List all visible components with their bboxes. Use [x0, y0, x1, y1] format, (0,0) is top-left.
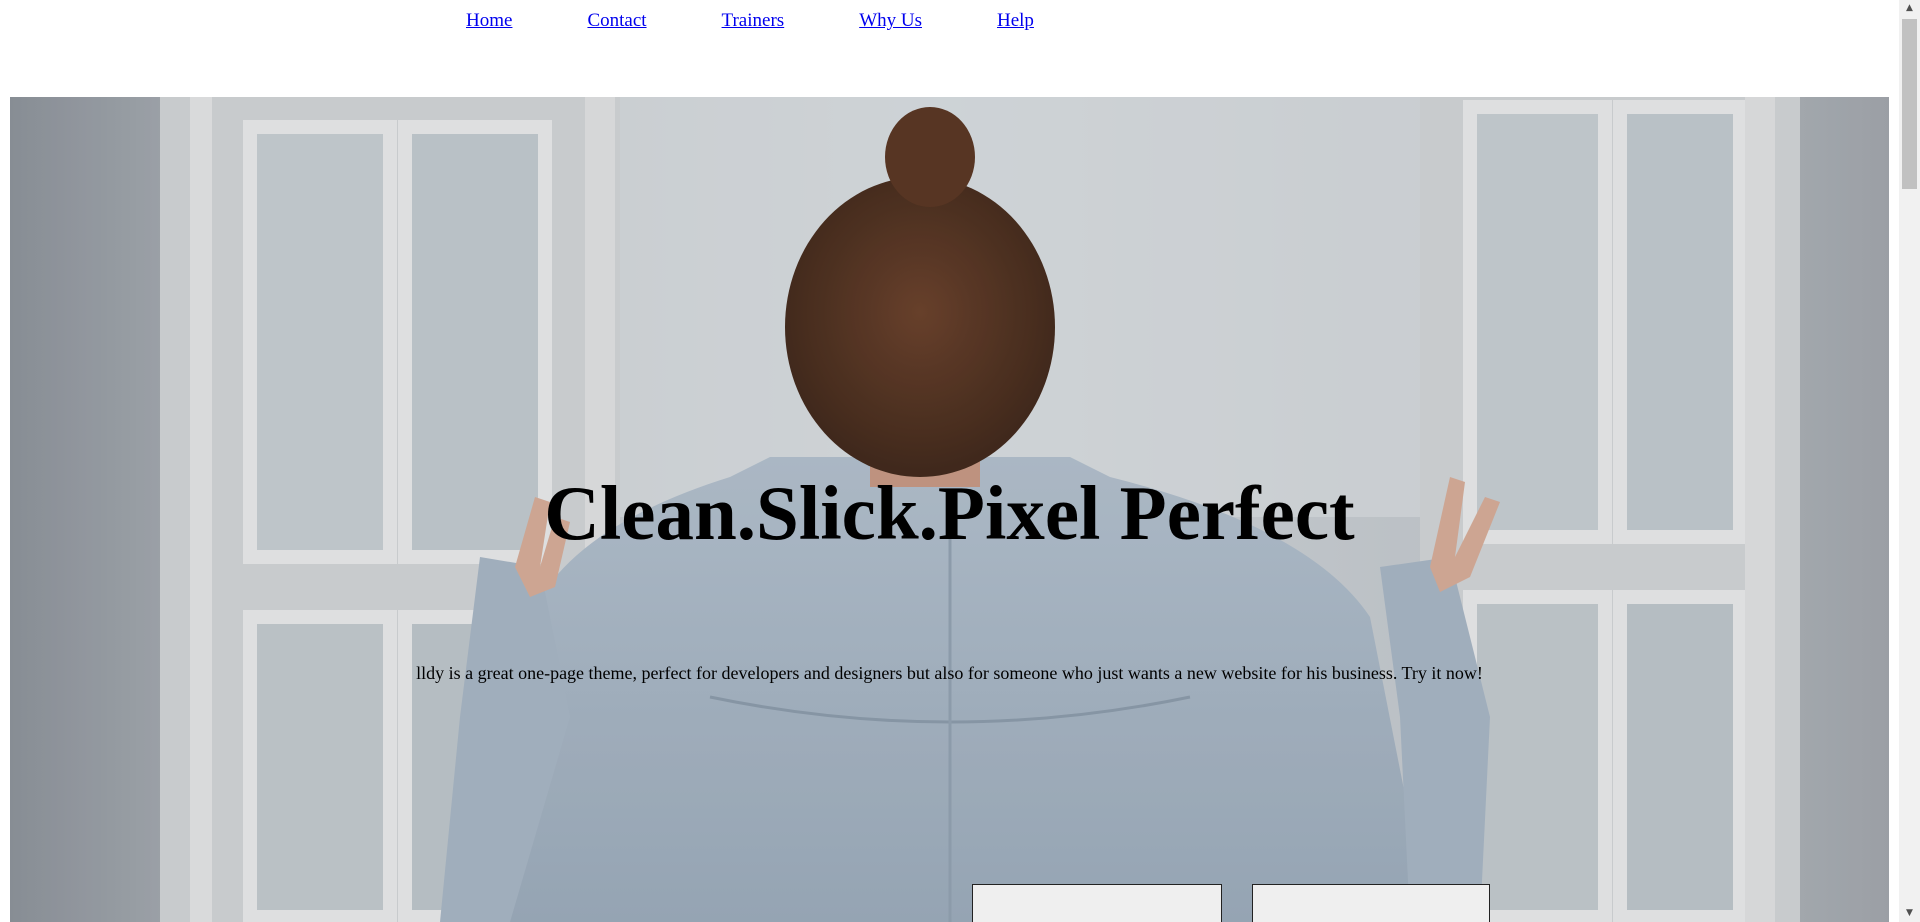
page: Home Contact Trainers Why Us Help Clean.… [0, 0, 1920, 922]
nav-link-home[interactable]: Home [466, 10, 512, 34]
hero-secondary-button[interactable] [1252, 884, 1490, 922]
nav-link-trainers[interactable]: Trainers [722, 10, 785, 34]
scrollbar-thumb[interactable] [1902, 19, 1917, 189]
hero-primary-button[interactable] [972, 884, 1222, 922]
hero-section: Clean.Slick.Pixel Perfect lldy is a grea… [10, 97, 1889, 922]
top-nav: Home Contact Trainers Why Us Help [466, 10, 1034, 34]
nav-link-contact[interactable]: Contact [587, 10, 646, 34]
nav-link-help[interactable]: Help [997, 10, 1034, 34]
vertical-scrollbar[interactable]: ▲ ▼ [1899, 0, 1920, 922]
hero-title: Clean.Slick.Pixel Perfect [544, 470, 1355, 556]
scroll-up-arrow-icon[interactable]: ▲ [1899, 0, 1920, 17]
hero-subtitle: lldy is a great one-page theme, perfect … [416, 663, 1483, 683]
scroll-down-arrow-icon[interactable]: ▼ [1899, 905, 1920, 922]
nav-link-why-us[interactable]: Why Us [859, 10, 922, 34]
